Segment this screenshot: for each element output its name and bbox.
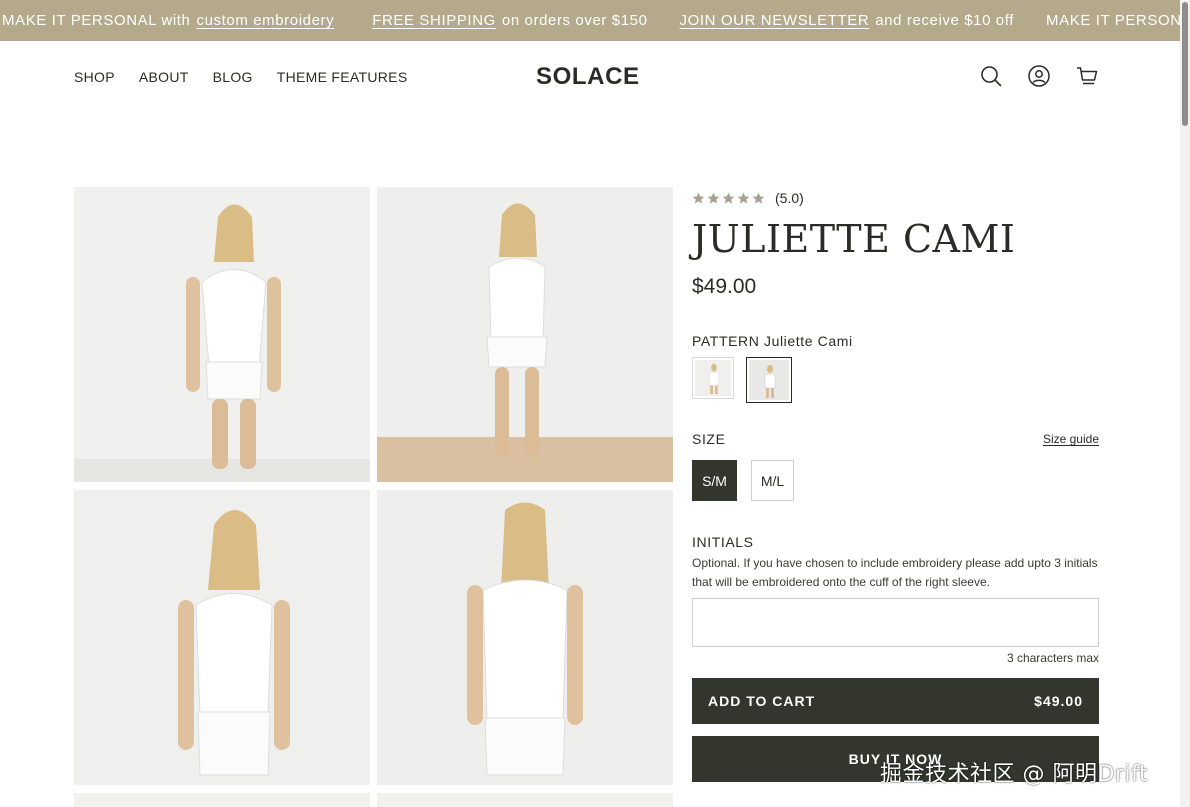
pattern-swatch[interactable] xyxy=(692,357,734,399)
product-rating[interactable]: (5.0) xyxy=(692,187,1099,209)
add-to-cart-price: $49.00 xyxy=(1034,693,1083,709)
account-icon[interactable] xyxy=(1028,65,1050,87)
free-shipping-link[interactable]: FREE SHIPPING xyxy=(372,12,496,29)
product-gallery xyxy=(74,187,674,807)
announcement-text: MAKE IT PERSONAL with xyxy=(2,12,191,29)
initials-input[interactable] xyxy=(692,598,1099,647)
add-to-cart-button[interactable]: ADD TO CART $49.00 xyxy=(692,678,1099,724)
initials-char-limit: 3 characters max xyxy=(1006,651,1099,665)
product-image-front[interactable] xyxy=(74,187,370,482)
rating-count: (5.0) xyxy=(775,190,804,206)
star-icon xyxy=(692,192,705,204)
announcement-text: MAKE IT PERSON xyxy=(1046,12,1180,29)
initials-label: INITIALS xyxy=(692,534,754,550)
announcement-item: MAKE IT PERSON xyxy=(1046,12,1180,29)
product-image-partial[interactable] xyxy=(377,793,673,807)
product-title: JULIETTE CAMI xyxy=(692,217,1016,261)
size-selector: SIZE Size guide S/M M/L xyxy=(692,431,1099,501)
size-guide-link[interactable]: Size guide xyxy=(1043,432,1099,446)
star-icon xyxy=(722,192,735,204)
pattern-swatch-selected[interactable] xyxy=(746,357,792,403)
star-icon xyxy=(737,192,750,204)
pattern-swatches xyxy=(692,357,1099,403)
page-scrollbar[interactable] xyxy=(1180,0,1190,807)
cart-icon[interactable] xyxy=(1076,65,1098,87)
announcement-item: JOIN OUR NEWSLETTER and receive $10 off xyxy=(680,12,1014,29)
site-logo[interactable]: SOLACE xyxy=(536,63,640,91)
nav-blog[interactable]: BLOG xyxy=(213,69,253,85)
announcement-text: and receive $10 off xyxy=(875,12,1015,29)
star-icon xyxy=(752,192,765,204)
initials-field: INITIALS Optional. If you have chosen to… xyxy=(692,534,1099,665)
product-price: $49.00 xyxy=(692,275,757,298)
star-icon xyxy=(707,192,720,204)
size-header: SIZE Size guide xyxy=(692,431,1099,447)
pattern-label: PATTERN Juliette Cami xyxy=(692,333,1099,349)
announcement-item: MAKE IT PERSONAL with custom embroidery xyxy=(2,12,340,29)
size-options: S/M M/L xyxy=(692,460,1099,501)
size-option-m-l[interactable]: M/L xyxy=(751,460,794,501)
product-info: (5.0) JULIETTE CAMI $49.00 PATTERN Julie… xyxy=(692,187,1099,782)
watermark: 掘金技术社区 @ 阿明Drift xyxy=(880,762,1149,787)
announcement-bar: MAKE IT PERSONAL with custom embroidery … xyxy=(0,0,1180,41)
main-nav: SHOP ABOUT BLOG THEME FEATURES xyxy=(74,69,407,85)
rating-stars xyxy=(692,192,765,205)
product-image-side[interactable] xyxy=(377,187,673,482)
size-label: SIZE xyxy=(692,431,726,447)
initials-help-text: Optional. If you have chosen to include … xyxy=(692,556,1098,589)
custom-embroidery-link[interactable]: custom embroidery xyxy=(196,12,334,29)
pattern-label-text: PATTERN xyxy=(692,333,760,349)
nav-about[interactable]: ABOUT xyxy=(139,69,189,85)
newsletter-link[interactable]: JOIN OUR NEWSLETTER xyxy=(680,12,870,29)
scrollbar-thumb[interactable] xyxy=(1182,2,1188,126)
search-icon[interactable] xyxy=(980,65,1002,87)
announcement-text: on orders over $150 xyxy=(501,12,648,29)
pattern-selector: PATTERN Juliette Cami xyxy=(692,333,1099,403)
product-image-closeup[interactable] xyxy=(74,490,370,785)
pattern-value: Juliette Cami xyxy=(763,333,853,349)
product-image-partial[interactable] xyxy=(74,793,370,807)
product-image-back[interactable] xyxy=(377,490,673,785)
size-option-s-m[interactable]: S/M xyxy=(692,460,737,501)
nav-shop[interactable]: SHOP xyxy=(74,69,115,85)
announcement-item: FREE SHIPPING on orders over $150 xyxy=(372,12,647,29)
header-icons xyxy=(980,65,1098,87)
site-header: SHOP ABOUT BLOG THEME FEATURES SOLACE xyxy=(0,41,1180,113)
add-to-cart-label: ADD TO CART xyxy=(708,693,816,709)
nav-theme-features[interactable]: THEME FEATURES xyxy=(277,69,408,85)
